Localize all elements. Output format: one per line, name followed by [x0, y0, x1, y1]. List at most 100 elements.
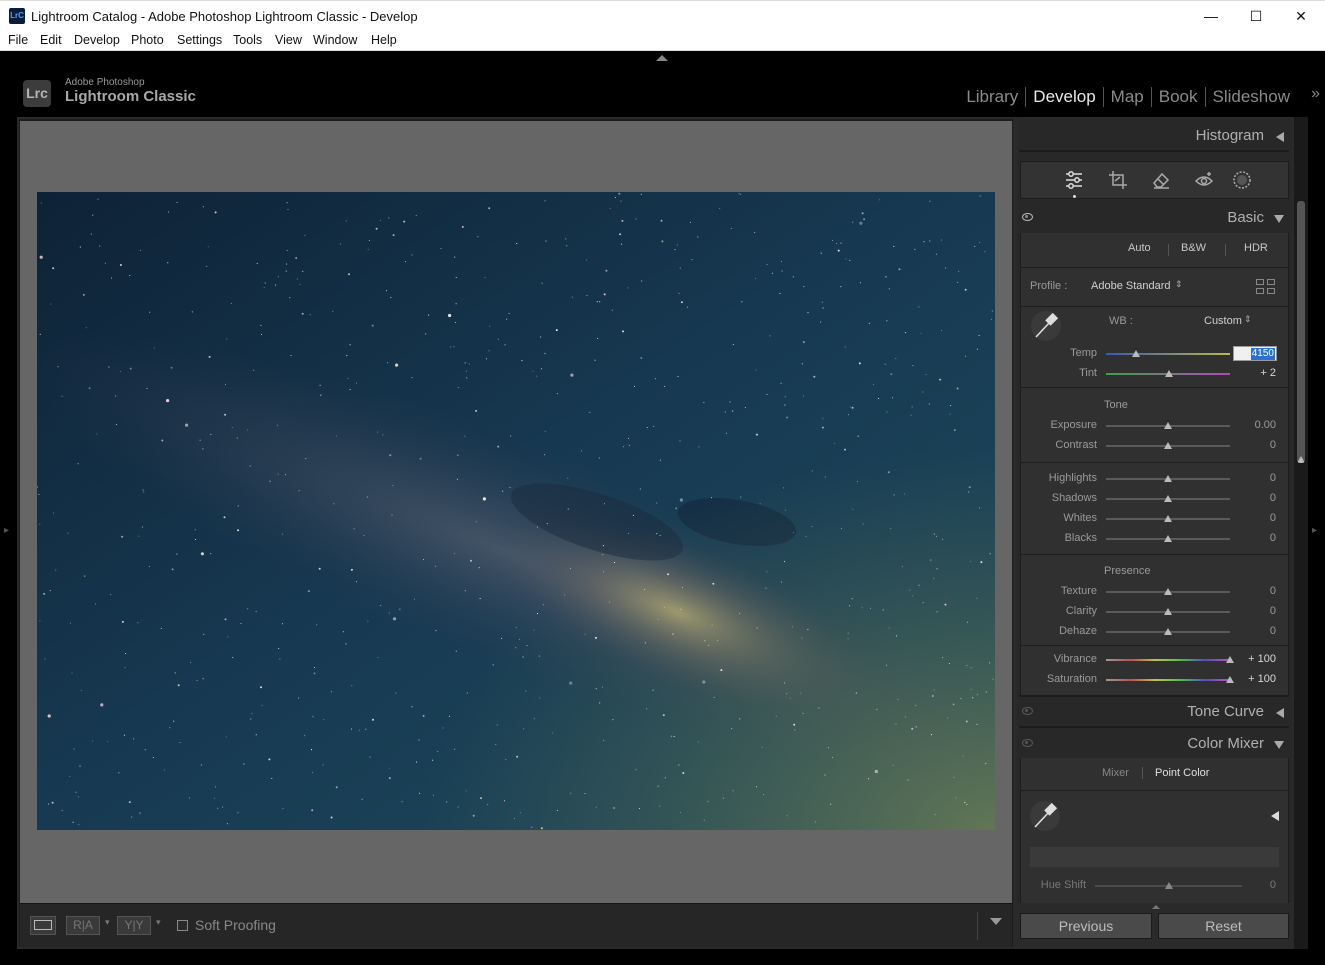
menu-tools[interactable]: Tools: [233, 33, 262, 47]
vibrance-slider-track[interactable]: [1106, 659, 1230, 661]
hue-shift-label: Hue Shift: [1040, 879, 1086, 891]
right-panel-scrollbar[interactable]: [1294, 117, 1308, 949]
bottom-panel-grip-icon[interactable]: [1152, 905, 1160, 909]
more-modules-icon[interactable]: »: [1311, 85, 1320, 103]
hdr-button[interactable]: HDR: [1244, 242, 1268, 254]
texture-slider-thumb[interactable]: [1164, 588, 1172, 595]
point-color-eyedropper-icon[interactable]: [1029, 800, 1061, 832]
blacks-value[interactable]: 0: [1231, 532, 1276, 544]
menu-view[interactable]: View: [275, 33, 302, 47]
red-eye-icon[interactable]: [1193, 169, 1215, 191]
vibrance-value[interactable]: + 100: [1231, 653, 1276, 665]
clarity-label: Clarity: [1065, 605, 1097, 617]
crop-icon[interactable]: [1107, 169, 1129, 191]
auto-button[interactable]: Auto: [1128, 242, 1151, 254]
menu-develop[interactable]: Develop: [74, 33, 120, 47]
loupe-view-button[interactable]: [30, 916, 56, 935]
right-panel-toggle-icon[interactable]: ▸: [1312, 525, 1317, 536]
toolbar-menu-icon[interactable]: [990, 918, 1002, 925]
point-color-tab[interactable]: Point Color: [1155, 767, 1209, 779]
collapse-top-panel-icon[interactable]: [656, 55, 668, 61]
treatment-divider: [1168, 244, 1169, 256]
whites-slider-thumb[interactable]: [1164, 515, 1172, 522]
profile-chevron-icon[interactable]: ⇕: [1175, 279, 1183, 290]
soft-proofing-checkbox[interactable]: [177, 919, 188, 931]
module-slideshow[interactable]: Slideshow: [1206, 87, 1298, 107]
collapse-color-mixer-icon[interactable]: [1274, 741, 1284, 749]
swap-before-after-button[interactable]: Y|Y: [117, 916, 151, 935]
saturation-value[interactable]: + 100: [1231, 673, 1276, 685]
expand-tone-curve-icon[interactable]: [1276, 708, 1284, 718]
temp-value-input[interactable]: 4150: [1233, 346, 1277, 361]
clarity-slider-thumb[interactable]: [1164, 608, 1172, 615]
basic-visibility-eye-icon[interactable]: [1022, 213, 1033, 221]
lrc-logo: Lrc: [23, 80, 51, 107]
color-mixer-visibility-eye-icon[interactable]: [1022, 739, 1033, 747]
mixer-tab[interactable]: Mixer: [1102, 767, 1129, 779]
dehaze-value[interactable]: 0: [1231, 625, 1276, 637]
menu-settings[interactable]: Settings: [177, 33, 222, 47]
module-library[interactable]: Library: [959, 87, 1025, 107]
bw-button[interactable]: B&W: [1181, 242, 1206, 254]
before-after-dropdown-icon[interactable]: ▾: [105, 917, 110, 928]
module-map[interactable]: Map: [1104, 87, 1151, 107]
hue-shift-slider-thumb[interactable]: [1165, 882, 1173, 889]
contrast-value[interactable]: 0: [1231, 439, 1276, 451]
tint-slider-thumb[interactable]: [1165, 370, 1174, 377]
saturation-slider-track[interactable]: [1106, 679, 1230, 681]
healing-eraser-icon[interactable]: [1150, 169, 1172, 191]
previous-button[interactable]: Previous: [1020, 913, 1152, 939]
module-picker: Library Develop Map Book Slideshow: [959, 86, 1297, 108]
scrollbar-thumb[interactable]: [1297, 201, 1305, 463]
menu-window[interactable]: Window: [313, 33, 357, 47]
tone-curve-panel-header[interactable]: Tone Curve: [1019, 698, 1289, 726]
whites-value[interactable]: 0: [1231, 512, 1276, 524]
hue-shift-value[interactable]: 0: [1231, 879, 1276, 891]
contrast-slider-thumb[interactable]: [1164, 442, 1172, 449]
histogram-panel-header[interactable]: Histogram: [1019, 122, 1289, 150]
profile-browser-grid-icon[interactable]: [1256, 279, 1276, 295]
close-button[interactable]: ✕: [1278, 1, 1324, 32]
point-color-swatch-area[interactable]: [1030, 847, 1279, 867]
tone-curve-visibility-eye-icon[interactable]: [1022, 707, 1033, 715]
clarity-value[interactable]: 0: [1231, 605, 1276, 617]
edit-sliders-icon[interactable]: [1063, 169, 1085, 191]
shadows-value[interactable]: 0: [1231, 492, 1276, 504]
basic-panel-header[interactable]: Basic: [1019, 204, 1289, 232]
masking-icon[interactable]: [1231, 169, 1253, 191]
highlights-value[interactable]: 0: [1231, 472, 1276, 484]
swap-dropdown-icon[interactable]: ▾: [156, 917, 161, 928]
module-develop[interactable]: Develop: [1026, 87, 1102, 107]
highlights-slider-thumb[interactable]: [1164, 475, 1172, 482]
menu-photo[interactable]: Photo: [131, 33, 164, 47]
minimize-button[interactable]: —: [1188, 1, 1234, 32]
dehaze-slider-thumb[interactable]: [1164, 628, 1172, 635]
module-book[interactable]: Book: [1152, 87, 1205, 107]
color-mixer-panel-header[interactable]: Color Mixer: [1019, 730, 1289, 758]
texture-value[interactable]: 0: [1231, 585, 1276, 597]
wb-chevron-icon[interactable]: ⇕: [1244, 314, 1252, 325]
menu-edit[interactable]: Edit: [40, 33, 62, 47]
blacks-slider-thumb[interactable]: [1164, 535, 1172, 542]
temp-slider-thumb[interactable]: [1131, 350, 1140, 357]
profile-select[interactable]: Adobe Standard: [1091, 280, 1171, 292]
shadows-slider-thumb[interactable]: [1164, 495, 1172, 502]
tint-value[interactable]: + 2: [1231, 367, 1276, 379]
soft-proofing-toggle[interactable]: Soft Proofing: [177, 917, 276, 933]
left-panel-toggle-icon[interactable]: ▸: [4, 525, 9, 536]
exposure-value[interactable]: 0.00: [1231, 419, 1276, 431]
expand-histogram-icon[interactable]: [1276, 132, 1284, 142]
exposure-slider-thumb[interactable]: [1164, 422, 1172, 429]
milky-way-photo[interactable]: [37, 192, 995, 830]
collapse-basic-icon[interactable]: [1274, 215, 1284, 223]
reset-button[interactable]: Reset: [1158, 913, 1289, 939]
maximize-button[interactable]: ☐: [1233, 1, 1279, 32]
before-after-button[interactable]: R|A: [66, 916, 100, 935]
menu-help[interactable]: Help: [371, 33, 397, 47]
wb-select[interactable]: Custom: [1204, 315, 1242, 327]
wb-eyedropper-icon[interactable]: [1030, 310, 1062, 342]
menu-file[interactable]: File: [8, 33, 28, 47]
point-color-swatch-toggle-icon[interactable]: [1271, 811, 1279, 821]
temp-slider-track[interactable]: [1106, 353, 1230, 355]
color-mixer-title: Color Mixer: [1187, 735, 1264, 752]
